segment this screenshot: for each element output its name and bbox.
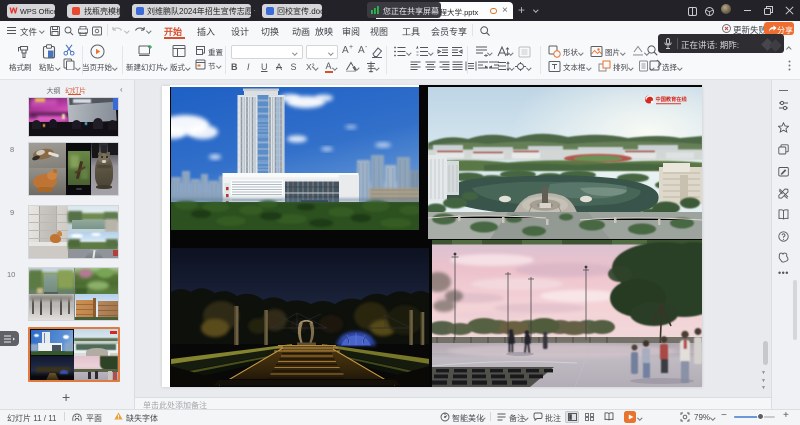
svg-text:中国教育在线: 中国教育在线 bbox=[655, 95, 687, 103]
